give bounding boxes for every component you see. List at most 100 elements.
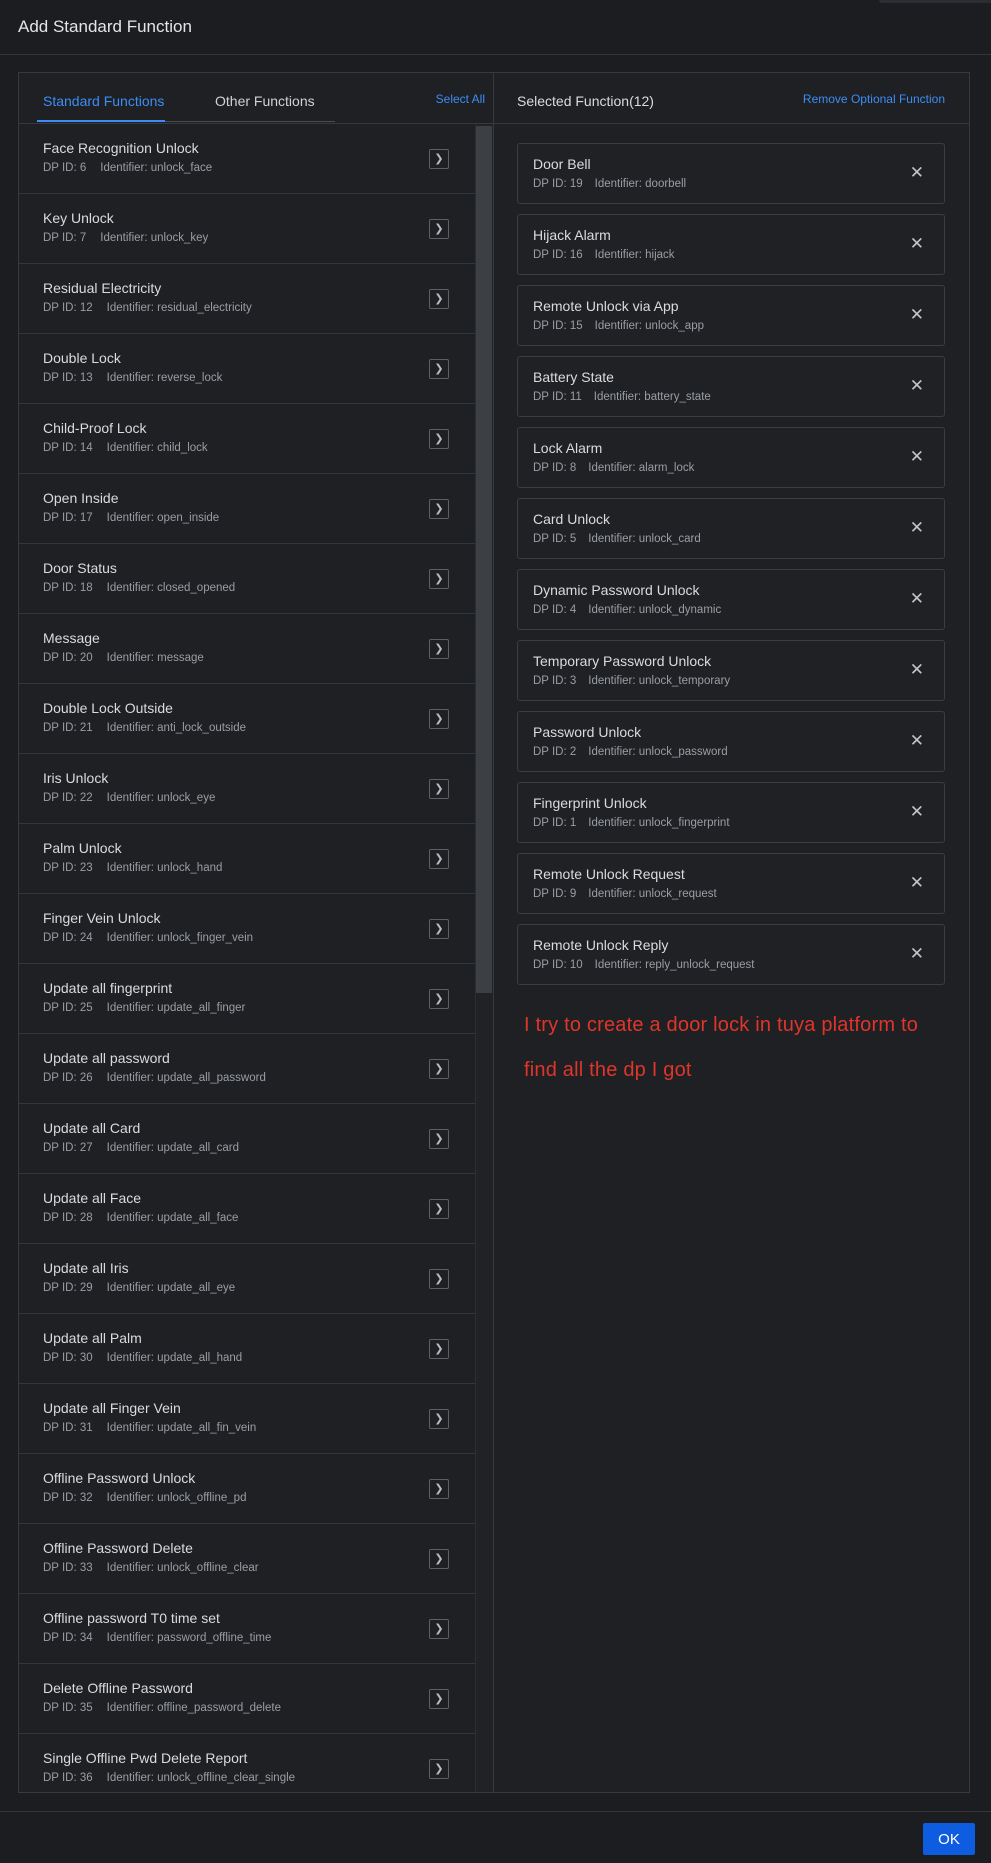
function-meta: DP ID: 25 Identifier: update_all_finger bbox=[43, 1002, 245, 1014]
function-list-item[interactable]: Door Status DP ID: 18 Identifier: closed_o… bbox=[19, 544, 475, 614]
chevron-right-icon[interactable]: ❯ bbox=[429, 779, 449, 799]
dp-id: DP ID: 18 bbox=[43, 582, 93, 594]
dp-id: DP ID: 24 bbox=[43, 932, 93, 944]
close-icon[interactable]: ✕ bbox=[910, 161, 924, 185]
function-list-item[interactable]: Open Inside DP ID: 17 Identifier: open_ins… bbox=[19, 474, 475, 544]
chevron-right-icon[interactable]: ❯ bbox=[429, 1129, 449, 1149]
identifier: Identifier: unlock_password bbox=[588, 746, 728, 758]
chevron-right-icon[interactable]: ❯ bbox=[429, 1619, 449, 1639]
function-list-item[interactable]: Offline password T0 time set DP ID: 34 Ide… bbox=[19, 1594, 475, 1664]
scrollbar-thumb[interactable] bbox=[476, 126, 492, 993]
function-list-item[interactable]: Update all password DP ID: 26 Identifier: … bbox=[19, 1034, 475, 1104]
close-icon[interactable]: ✕ bbox=[910, 871, 924, 895]
chevron-right-icon[interactable]: ❯ bbox=[429, 219, 449, 239]
dp-id: DP ID: 6 bbox=[43, 162, 87, 174]
header-corner-decoration bbox=[879, 0, 991, 3]
function-name: Update all Finger Vein bbox=[43, 1400, 181, 1416]
chevron-right-icon[interactable]: ❯ bbox=[429, 1199, 449, 1219]
function-list-item[interactable]: Single Offline Pwd Delete Report DP ID: 3… bbox=[19, 1734, 475, 1792]
selected-function-meta: DP ID: 8 Identifier: alarm_lock bbox=[533, 462, 694, 474]
chevron-right-icon[interactable]: ❯ bbox=[429, 709, 449, 729]
close-icon[interactable]: ✕ bbox=[910, 587, 924, 611]
function-list-item[interactable]: Iris Unlock DP ID: 22 Identifier: unlock_e… bbox=[19, 754, 475, 824]
chevron-right-icon[interactable]: ❯ bbox=[429, 1059, 449, 1079]
function-list-item[interactable]: Offline Password Delete DP ID: 33 Identifi… bbox=[19, 1524, 475, 1594]
function-list-item[interactable]: Message DP ID: 20 Identifier: message ❯ bbox=[19, 614, 475, 684]
function-list-item[interactable]: Delete Offline Password DP ID: 35 Identifi… bbox=[19, 1664, 475, 1734]
function-meta: DP ID: 7 Identifier: unlock_key bbox=[43, 232, 208, 244]
select-all-link[interactable]: Select All bbox=[436, 92, 485, 106]
function-meta: DP ID: 29 Identifier: update_all_eye bbox=[43, 1282, 235, 1294]
dp-id: DP ID: 2 bbox=[533, 746, 577, 758]
close-icon[interactable]: ✕ bbox=[910, 303, 924, 327]
chevron-right-icon[interactable]: ❯ bbox=[429, 639, 449, 659]
chevron-right-icon[interactable]: ❯ bbox=[429, 1759, 449, 1779]
identifier: Identifier: update_all_fin_vein bbox=[106, 1422, 257, 1434]
close-icon[interactable]: ✕ bbox=[910, 445, 924, 469]
chevron-right-icon[interactable]: ❯ bbox=[429, 989, 449, 1009]
function-name: Update all Iris bbox=[43, 1260, 129, 1276]
close-icon[interactable]: ✕ bbox=[910, 516, 924, 540]
chevron-right-icon[interactable]: ❯ bbox=[429, 429, 449, 449]
function-list-item[interactable]: Offline Password Unlock DP ID: 32 Identifi… bbox=[19, 1454, 475, 1524]
chevron-right-icon[interactable]: ❯ bbox=[429, 849, 449, 869]
chevron-right-icon[interactable]: ❯ bbox=[429, 569, 449, 589]
function-list-item[interactable]: Residual Electricity DP ID: 12 Identifier:… bbox=[19, 264, 475, 334]
dp-id: DP ID: 32 bbox=[43, 1492, 93, 1504]
function-list-item[interactable]: Update all Iris DP ID: 29 Identifier: upda… bbox=[19, 1244, 475, 1314]
function-list-item[interactable]: Key Unlock DP ID: 7 Identifier: unlock_key… bbox=[19, 194, 475, 264]
dp-id: DP ID: 27 bbox=[43, 1142, 93, 1154]
remove-optional-function-link[interactable]: Remove Optional Function bbox=[803, 92, 945, 106]
function-list-item[interactable]: Child-Proof Lock DP ID: 14 Identifier: chi… bbox=[19, 404, 475, 474]
function-list-item[interactable]: Update all Palm DP ID: 30 Identifier: upda… bbox=[19, 1314, 475, 1384]
close-icon[interactable]: ✕ bbox=[910, 232, 924, 256]
dp-id: DP ID: 1 bbox=[533, 817, 577, 829]
chevron-right-icon[interactable]: ❯ bbox=[429, 359, 449, 379]
selected-function-card: Dynamic Password Unlock DP ID: 4 Identifie… bbox=[517, 569, 945, 630]
close-icon[interactable]: ✕ bbox=[910, 374, 924, 398]
function-list-item[interactable]: Finger Vein Unlock DP ID: 24 Identifier: u… bbox=[19, 894, 475, 964]
chevron-right-icon[interactable]: ❯ bbox=[429, 289, 449, 309]
selected-function-name: Fingerprint Unlock bbox=[533, 795, 647, 811]
function-meta: DP ID: 14 Identifier: child_lock bbox=[43, 442, 208, 454]
chevron-right-icon[interactable]: ❯ bbox=[429, 1409, 449, 1429]
chevron-right-icon[interactable]: ❯ bbox=[429, 1549, 449, 1569]
chevron-right-icon[interactable]: ❯ bbox=[429, 919, 449, 939]
function-meta: DP ID: 34 Identifier: password_offline_ti… bbox=[43, 1632, 271, 1644]
identifier: Identifier: update_all_password bbox=[106, 1072, 266, 1084]
function-list-item[interactable]: Double Lock DP ID: 13 Identifier: reverse_… bbox=[19, 334, 475, 404]
function-meta: DP ID: 13 Identifier: reverse_lock bbox=[43, 372, 222, 384]
chevron-right-icon[interactable]: ❯ bbox=[429, 1479, 449, 1499]
dp-id: DP ID: 30 bbox=[43, 1352, 93, 1364]
dp-id: DP ID: 31 bbox=[43, 1422, 93, 1434]
function-list-item[interactable]: Update all fingerprint DP ID: 25 Identifie… bbox=[19, 964, 475, 1034]
chevron-right-icon[interactable]: ❯ bbox=[429, 499, 449, 519]
identifier: Identifier: unlock_finger_vein bbox=[106, 932, 254, 944]
function-name: Child-Proof Lock bbox=[43, 420, 147, 436]
dp-id: DP ID: 22 bbox=[43, 792, 93, 804]
identifier: Identifier: closed_opened bbox=[106, 582, 236, 594]
chevron-right-icon[interactable]: ❯ bbox=[429, 1339, 449, 1359]
dp-id: DP ID: 25 bbox=[43, 1002, 93, 1014]
close-icon[interactable]: ✕ bbox=[910, 658, 924, 682]
close-icon[interactable]: ✕ bbox=[910, 729, 924, 753]
dp-id: DP ID: 9 bbox=[533, 888, 577, 900]
function-list-item[interactable]: Face Recognition Unlock DP ID: 6 Identifie… bbox=[19, 124, 475, 194]
chevron-right-icon[interactable]: ❯ bbox=[429, 1689, 449, 1709]
function-list-item[interactable]: Palm Unlock DP ID: 23 Identifier: unlock_h… bbox=[19, 824, 475, 894]
function-meta: DP ID: 24 Identifier: unlock_finger_vein bbox=[43, 932, 253, 944]
function-list-item[interactable]: Update all Finger Vein DP ID: 31 Identifie… bbox=[19, 1384, 475, 1454]
tab-other-functions[interactable]: Other Functions bbox=[215, 93, 315, 109]
dialog-header: Add Standard Function bbox=[0, 0, 991, 55]
tab-standard-functions[interactable]: Standard Functions bbox=[43, 93, 164, 109]
function-list-item[interactable]: Double Lock Outside DP ID: 21 Identifier: … bbox=[19, 684, 475, 754]
close-icon[interactable]: ✕ bbox=[910, 800, 924, 824]
ok-button[interactable]: OK bbox=[923, 1823, 975, 1855]
function-list-item[interactable]: Update all Face DP ID: 28 Identifier: upda… bbox=[19, 1174, 475, 1244]
chevron-right-icon[interactable]: ❯ bbox=[429, 149, 449, 169]
function-list-item[interactable]: Update all Card DP ID: 27 Identifier: upda… bbox=[19, 1104, 475, 1174]
identifier: Identifier: unlock_app bbox=[594, 320, 704, 332]
close-icon[interactable]: ✕ bbox=[910, 942, 924, 966]
chevron-right-icon[interactable]: ❯ bbox=[429, 1269, 449, 1289]
function-meta: DP ID: 20 Identifier: message bbox=[43, 652, 204, 664]
